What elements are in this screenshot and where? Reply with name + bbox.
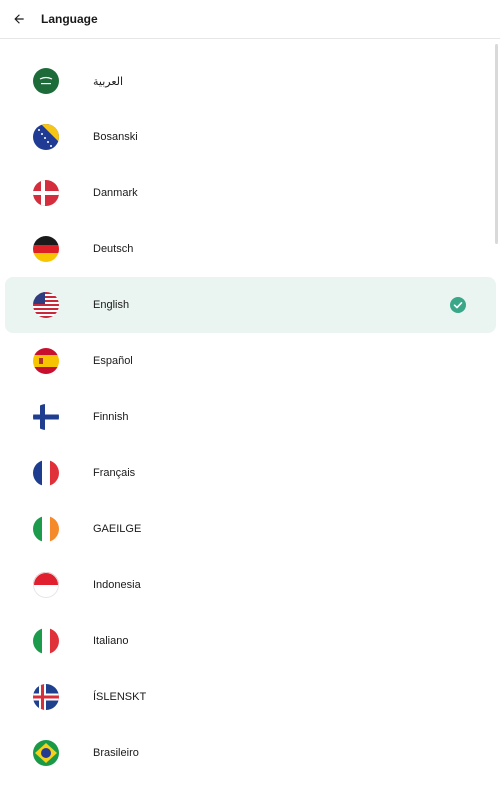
language-label: Deutsch (93, 243, 134, 255)
usa-flag-icon (33, 292, 59, 318)
language-label: Español (93, 355, 133, 367)
germany-flag-icon (33, 236, 59, 262)
back-button[interactable] (0, 0, 38, 38)
check-circle-icon (450, 297, 466, 313)
france-flag-icon (33, 460, 59, 486)
brazil-flag-icon (33, 740, 59, 766)
language-label: Finnish (93, 411, 129, 423)
language-item-danmark[interactable]: Danmark (5, 165, 496, 221)
saudi-arabia-flag-icon (33, 68, 59, 94)
ireland-flag-icon (33, 516, 59, 542)
language-label: Italiano (93, 635, 129, 647)
language-label: GAEILGE (93, 523, 142, 535)
bosnia-flag-icon (33, 124, 59, 150)
spain-flag-icon (33, 348, 59, 374)
language-item-brasileiro[interactable]: Brasileiro (5, 725, 496, 781)
language-label: Indonesia (93, 579, 141, 591)
language-item-finnish[interactable]: Finnish (5, 389, 496, 445)
denmark-flag-icon (33, 180, 59, 206)
language-item-deutsch[interactable]: Deutsch (5, 221, 496, 277)
app-header: Language (0, 0, 500, 39)
page-title: Language (41, 12, 98, 26)
italy-flag-icon (33, 628, 59, 654)
language-label: Bosanski (93, 131, 138, 143)
language-item-english[interactable]: English (5, 277, 496, 333)
language-label: Français (93, 467, 136, 479)
language-item-espanol[interactable]: Español (5, 333, 496, 389)
language-item-bosanski[interactable]: Bosanski (5, 109, 496, 165)
language-label: العربية (93, 75, 124, 88)
language-item-francais[interactable]: Français (5, 445, 496, 501)
arrow-left-icon (14, 14, 24, 24)
language-label: English (93, 299, 130, 311)
language-item-italiano[interactable]: Italiano (5, 613, 496, 669)
language-label: Danmark (93, 187, 138, 199)
finland-flag-icon (33, 404, 59, 430)
iceland-flag-icon (33, 684, 59, 710)
language-item-gaeilge[interactable]: GAEILGE (5, 501, 496, 557)
language-item-islenskt[interactable]: ÍSLENSKT (5, 669, 496, 725)
language-label: ÍSLENSKT (93, 691, 147, 703)
language-label: Brasileiro (93, 747, 139, 759)
indonesia-flag-icon (33, 572, 59, 598)
language-list: العربية Bosanski Danmark Deutsch English… (0, 53, 500, 781)
language-item-indonesia[interactable]: Indonesia (5, 557, 496, 613)
language-item-arabic[interactable]: العربية (5, 53, 496, 109)
